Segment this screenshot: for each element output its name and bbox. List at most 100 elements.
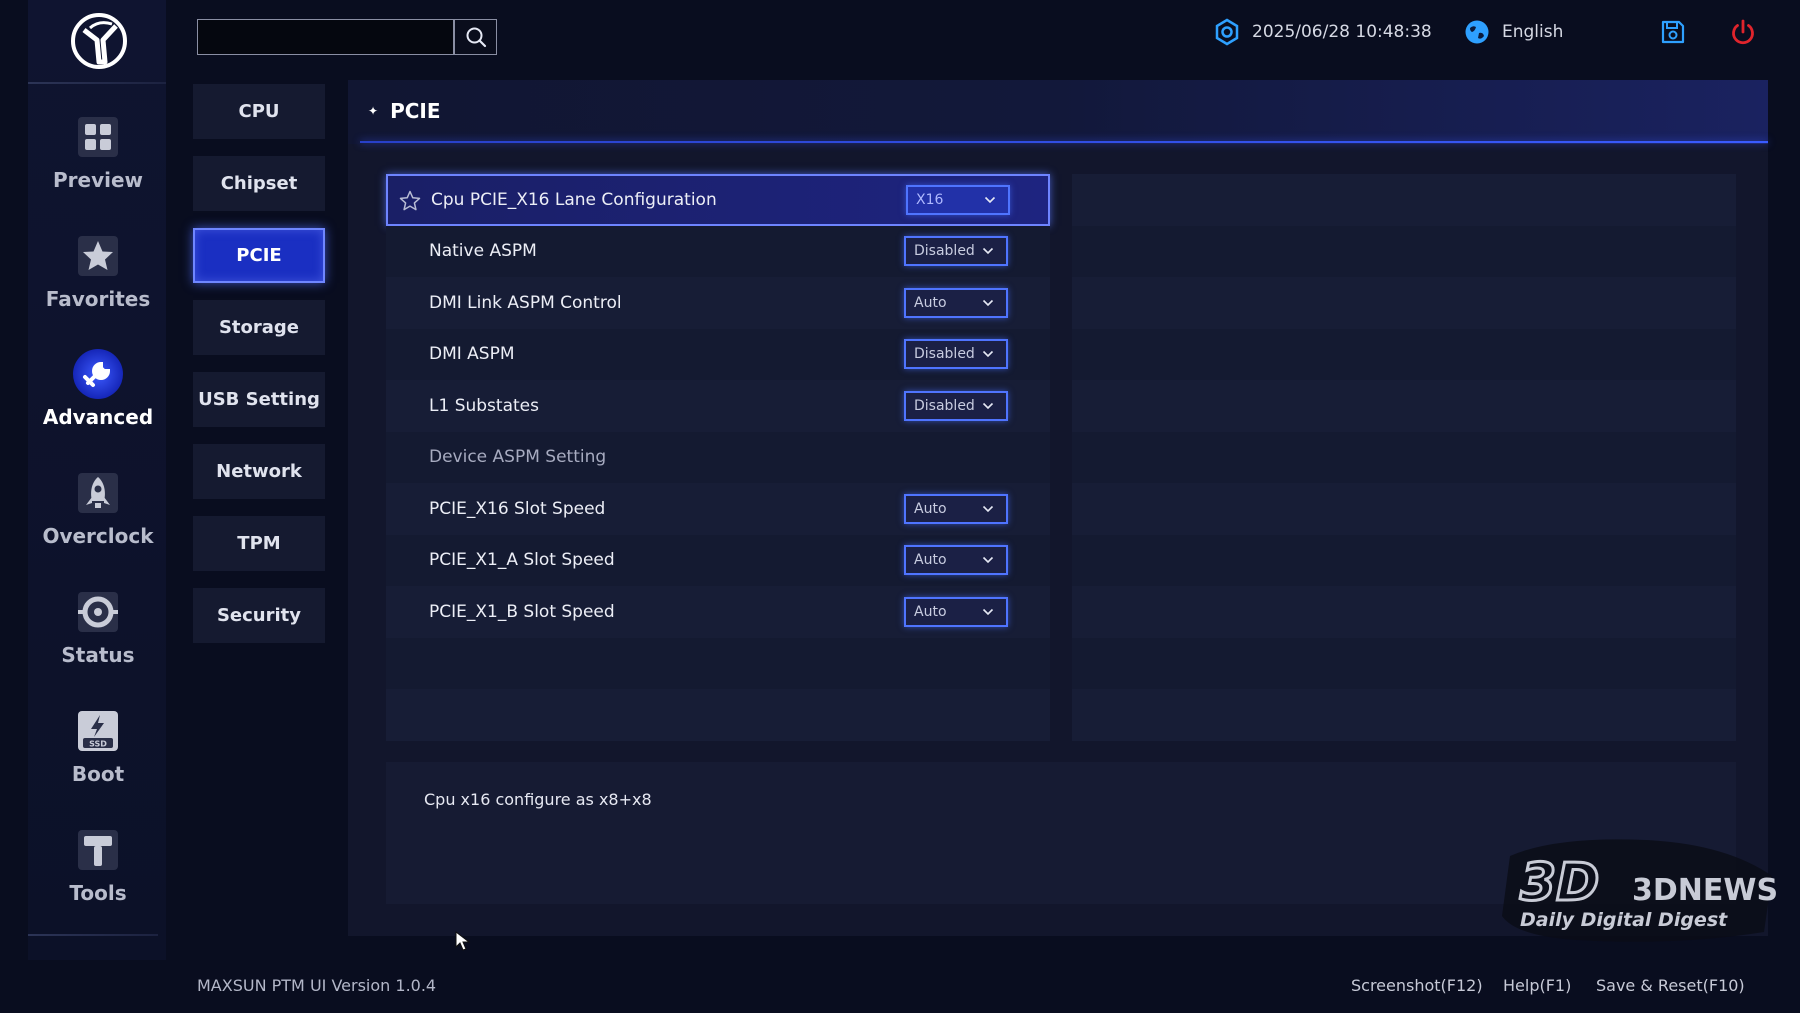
- setting-row-pcie-x1-a-slot-speed[interactable]: PCIE_X1_A Slot Speed Auto: [386, 534, 1050, 586]
- setting-dropdown[interactable]: Auto: [904, 596, 1008, 627]
- svg-text:SSD: SSD: [89, 740, 107, 749]
- detail-row: [1072, 534, 1736, 586]
- setting-subheading: Device ASPM Setting: [429, 447, 607, 468]
- clock-gear-icon: [1215, 18, 1239, 46]
- detail-row: [1072, 483, 1736, 535]
- category-pcie[interactable]: PCIE: [193, 228, 325, 283]
- status-gauge-icon: [71, 585, 125, 639]
- category-cpu[interactable]: CPU: [193, 84, 325, 139]
- category-usb-setting[interactable]: USB Setting: [193, 372, 325, 427]
- category-security[interactable]: Security: [193, 588, 325, 643]
- setting-row-empty: [386, 637, 1050, 689]
- nav-boot[interactable]: SSD Boot: [38, 704, 158, 804]
- nav-label-preview: Preview: [52, 168, 144, 192]
- chevron-down-icon: [982, 248, 994, 255]
- setting-row-empty: [386, 689, 1050, 741]
- section-title: ✦ PCIE: [368, 99, 441, 123]
- detail-row: [1072, 328, 1736, 380]
- search-button[interactable]: [454, 19, 497, 55]
- globe-icon: [1465, 20, 1489, 44]
- screenshot-button[interactable]: Screenshot(F12): [1351, 976, 1483, 995]
- category-storage[interactable]: Storage: [193, 300, 325, 355]
- save-disk-icon: [1661, 20, 1685, 44]
- nav-advanced[interactable]: Advanced: [38, 347, 158, 447]
- setting-row-cpu-pcie-x16-lane-config[interactable]: Cpu PCIE_X16 Lane Configuration X16: [386, 174, 1050, 226]
- settings-list: Cpu PCIE_X16 Lane Configuration X16 Nati…: [386, 174, 1050, 741]
- language-selector[interactable]: English: [1464, 18, 1563, 46]
- save-button[interactable]: [1660, 18, 1686, 46]
- detail-row: [1072, 225, 1736, 277]
- chevron-down-icon: [982, 299, 994, 306]
- category-network[interactable]: Network: [193, 444, 325, 499]
- setting-dropdown[interactable]: Disabled: [904, 390, 1008, 421]
- chevron-down-icon: [982, 402, 994, 409]
- detail-row: [1072, 431, 1736, 483]
- setting-row-device-aspm-heading: Device ASPM Setting: [386, 431, 1050, 483]
- detail-row: [1072, 637, 1736, 689]
- datetime-text: 2025/06/28 10:48:38: [1252, 22, 1432, 42]
- dropdown-value: Disabled: [914, 243, 975, 260]
- maxsun-logo-icon: [68, 10, 130, 72]
- dropdown-value: Auto: [914, 552, 947, 569]
- setting-row-pcie-x16-slot-speed[interactable]: PCIE_X16 Slot Speed Auto: [386, 483, 1050, 535]
- preview-icon: [71, 110, 125, 164]
- setting-label: DMI Link ASPM Control: [429, 292, 622, 313]
- help-button[interactable]: Help(F1): [1503, 976, 1571, 995]
- setting-dropdown[interactable]: Disabled: [904, 339, 1008, 370]
- detail-row: [1072, 689, 1736, 741]
- nav-label-tools: Tools: [69, 881, 127, 905]
- setting-label: PCIE_X16 Slot Speed: [429, 498, 606, 519]
- section-bullet-icon: ✦: [368, 104, 379, 118]
- nav-label-status: Status: [61, 643, 135, 667]
- setting-row-l1-substates[interactable]: L1 Substates Disabled: [386, 380, 1050, 432]
- overclock-rocket-icon: [71, 466, 125, 520]
- setting-row-pcie-x1-b-slot-speed[interactable]: PCIE_X1_B Slot Speed Auto: [386, 586, 1050, 638]
- setting-dropdown[interactable]: Disabled: [904, 236, 1008, 267]
- category-tpm[interactable]: TPM: [193, 516, 325, 571]
- detail-row: [1072, 277, 1736, 329]
- setting-label: DMI ASPM: [429, 344, 515, 365]
- section-header-underline: [360, 141, 1768, 143]
- setting-row-native-aspm[interactable]: Native ASPM Disabled: [386, 225, 1050, 277]
- nav-tools[interactable]: Tools: [38, 823, 158, 923]
- chevron-down-icon: [984, 196, 996, 203]
- power-icon: [1732, 19, 1754, 45]
- favorite-star-icon[interactable]: [398, 189, 422, 213]
- search-input[interactable]: [197, 19, 454, 55]
- nav-label-boot: Boot: [71, 762, 125, 786]
- favorites-star-icon: [71, 229, 125, 283]
- setting-dropdown[interactable]: Auto: [904, 545, 1008, 576]
- power-button[interactable]: [1729, 18, 1757, 46]
- nav-label-favorites: Favorites: [45, 287, 151, 311]
- setting-dropdown[interactable]: Auto: [904, 287, 1008, 318]
- watermark-brand-text: 3DNEWS: [1632, 873, 1776, 908]
- nav-favorites[interactable]: Favorites: [38, 229, 158, 329]
- svg-text:3D: 3D: [1520, 853, 1599, 913]
- datetime-display: 2025/06/28 10:48:38: [1214, 18, 1432, 46]
- setting-dropdown[interactable]: Auto: [904, 493, 1008, 524]
- save-reset-button[interactable]: Save & Reset(F10): [1596, 976, 1745, 995]
- detail-row: [1072, 174, 1736, 226]
- search-icon: [466, 27, 486, 48]
- dropdown-value: Auto: [914, 603, 947, 620]
- dropdown-value: Auto: [914, 294, 947, 311]
- 3dnews-watermark-logo: 3D 3DNEWS Daily Digital Digest: [1502, 839, 1776, 942]
- detail-row: [1072, 380, 1736, 432]
- tools-hammer-icon: [71, 823, 125, 877]
- setting-row-dmi-aspm[interactable]: DMI ASPM Disabled: [386, 328, 1050, 380]
- setting-row-dmi-link-aspm-control[interactable]: DMI Link ASPM Control Auto: [386, 277, 1050, 329]
- advanced-wrench-icon: [71, 347, 125, 401]
- setting-dropdown[interactable]: X16: [906, 184, 1010, 215]
- nav-status[interactable]: Status: [38, 585, 158, 685]
- nav-label-overclock: Overclock: [42, 524, 154, 548]
- language-text: English: [1502, 22, 1564, 42]
- dropdown-value: Auto: [914, 500, 947, 517]
- nav-overclock[interactable]: Overclock: [38, 466, 158, 566]
- rail-divider-top: [28, 82, 166, 84]
- dropdown-value: Disabled: [914, 346, 975, 363]
- dropdown-value: Disabled: [914, 397, 975, 414]
- ui-version-text: MAXSUN PTM UI Version 1.0.4: [197, 976, 437, 995]
- setting-label: L1 Substates: [429, 395, 539, 416]
- category-chipset[interactable]: Chipset: [193, 156, 325, 211]
- nav-preview[interactable]: Preview: [38, 110, 158, 210]
